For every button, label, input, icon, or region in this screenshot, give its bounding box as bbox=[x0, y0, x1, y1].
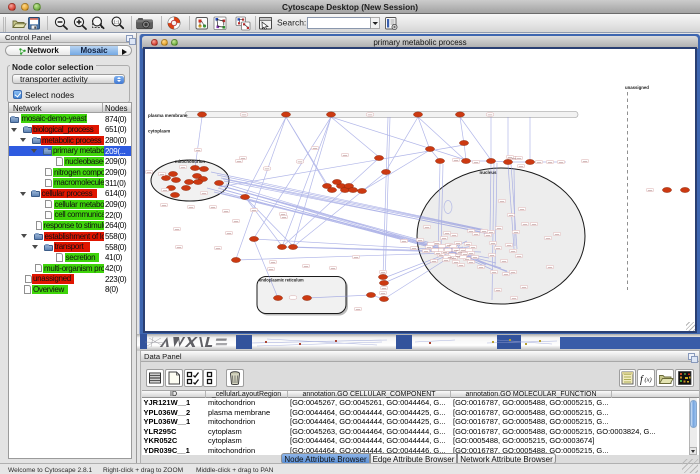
svg-text:endoplasmic reticulum: endoplasmic reticulum bbox=[259, 278, 304, 283]
svg-text:cytoplasm: cytoplasm bbox=[148, 129, 170, 134]
svg-text:1:1: 1:1 bbox=[113, 19, 120, 24]
svg-text:unassigned: unassigned bbox=[625, 85, 649, 90]
svg-text:plasma membrane: plasma membrane bbox=[148, 113, 188, 118]
svg-text:mitochondrion: mitochondrion bbox=[175, 159, 205, 164]
svg-text:nucleus: nucleus bbox=[479, 170, 497, 175]
svg-text:Search:: Search: bbox=[277, 18, 306, 28]
svg-text:(x): (x) bbox=[645, 377, 652, 384]
